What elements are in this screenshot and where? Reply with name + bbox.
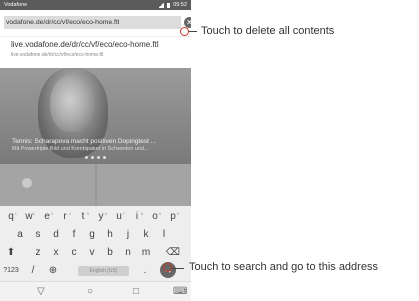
url-suggestion[interactable]: live.vodafone.de/dr/cc/vf/eco/eco-home.f… <box>0 36 191 68</box>
callout-go-text: Touch to search and go to this address <box>189 261 378 273</box>
key-v[interactable]: v <box>84 244 100 262</box>
hero-image: Tennis: Scharapova macht positiven Dopin… <box>0 68 191 164</box>
phone-screen: Vodafone 09:52 vodafone.de/dr/cc/vf/eco/… <box>0 0 191 301</box>
callout-line-go <box>172 268 184 269</box>
backspace-icon[interactable]: ⌫ <box>165 244 181 262</box>
close-icon: ✕ <box>186 18 191 27</box>
home-icon[interactable]: ○ <box>87 284 93 300</box>
key-s[interactable]: s <box>30 226 46 244</box>
key-c[interactable]: c <box>66 244 82 262</box>
key-x[interactable]: x <box>48 244 64 262</box>
url-bar: vodafone.de/dr/cc/vf/eco/eco-home.ftl ✕ <box>0 10 191 36</box>
recents-icon[interactable]: □ <box>133 284 139 300</box>
key-e[interactable]: e3 <box>39 208 55 226</box>
key-q[interactable]: q1 <box>3 208 19 226</box>
callout-clear-text: Touch to delete all contents <box>201 25 335 37</box>
status-bar: Vodafone 09:52 <box>0 0 191 10</box>
key-p[interactable]: p0 <box>165 208 181 226</box>
carousel-dots <box>85 156 106 159</box>
callout-line-clear <box>189 31 197 32</box>
back-icon[interactable]: ▽ <box>37 284 45 300</box>
shift-icon[interactable]: ⬆ <box>3 244 19 262</box>
key-k[interactable]: k <box>138 226 154 244</box>
key-l[interactable]: l <box>156 226 172 244</box>
key-n[interactable]: n <box>120 244 136 262</box>
callout-ring-clear <box>180 27 189 36</box>
key-a[interactable]: a <box>12 226 28 244</box>
weather-icon <box>22 178 32 188</box>
suggestion-title: live.vodafone.de/dr/cc/vf/eco/eco-home.f… <box>11 40 159 49</box>
status-time: 09:52 <box>173 2 187 8</box>
key-o[interactable]: o9 <box>147 208 163 226</box>
page-content: Tennis: Scharapova macht positiven Dopin… <box>0 68 191 206</box>
battery-icon <box>167 2 171 8</box>
keyboard-row-1: q1 w2 e3 r4 t5 y6 u7 i8 o9 p0 <box>0 208 191 226</box>
key-t[interactable]: t5 <box>75 208 91 226</box>
key-z[interactable]: z <box>30 244 46 262</box>
tile <box>96 164 191 206</box>
key-b[interactable]: b <box>102 244 118 262</box>
hero-headline: Tennis: Scharapova macht positiven Dopin… <box>12 138 157 145</box>
key-period[interactable]: . <box>137 262 153 280</box>
key-y[interactable]: y6 <box>93 208 109 226</box>
carrier-label: Vodafone <box>4 2 28 8</box>
keyboard-row-2: a s d f g h j k l <box>0 226 191 244</box>
key-h[interactable]: h <box>102 226 118 244</box>
soft-keyboard: q1 w2 e3 r4 t5 y6 u7 i8 o9 p0 a s d f g … <box>0 206 191 281</box>
key-r[interactable]: r4 <box>57 208 73 226</box>
keyboard-row-4: ?123 / ⊕ English (US) . → <box>0 262 191 280</box>
space-bar[interactable]: English (US) <box>78 266 129 276</box>
symbols-key[interactable]: ?123 <box>3 262 19 280</box>
key-w[interactable]: w2 <box>21 208 37 226</box>
tile <box>0 164 95 206</box>
callout-ring-go <box>163 263 172 272</box>
key-j[interactable]: j <box>120 226 136 244</box>
status-icons: 09:52 <box>158 0 187 10</box>
nav-bar: ▽ ○ □ ⌨ <box>0 281 191 301</box>
key-d[interactable]: d <box>48 226 64 244</box>
keyboard-icon[interactable]: ⌨ <box>173 284 187 300</box>
key-slash[interactable]: / <box>25 262 41 280</box>
content-tiles <box>0 164 191 206</box>
keyboard-row-3: ⬆ z x c v b n m ⌫ <box>0 244 191 262</box>
key-m[interactable]: m <box>138 244 154 262</box>
signal-icon <box>158 2 165 8</box>
suggestion-subtitle: live.vodafone.de/dr/cc/vf/eco/eco-home.f… <box>11 52 104 58</box>
url-input[interactable]: vodafone.de/dr/cc/vf/eco/eco-home.ftl <box>4 16 181 29</box>
key-u[interactable]: u7 <box>111 208 127 226</box>
key-f[interactable]: f <box>66 226 82 244</box>
globe-icon[interactable]: ⊕ <box>45 262 61 280</box>
key-i[interactable]: i8 <box>129 208 145 226</box>
key-g[interactable]: g <box>84 226 100 244</box>
hero-subline: Mit Powertriple Bild und Kombipaket in S… <box>12 146 149 152</box>
